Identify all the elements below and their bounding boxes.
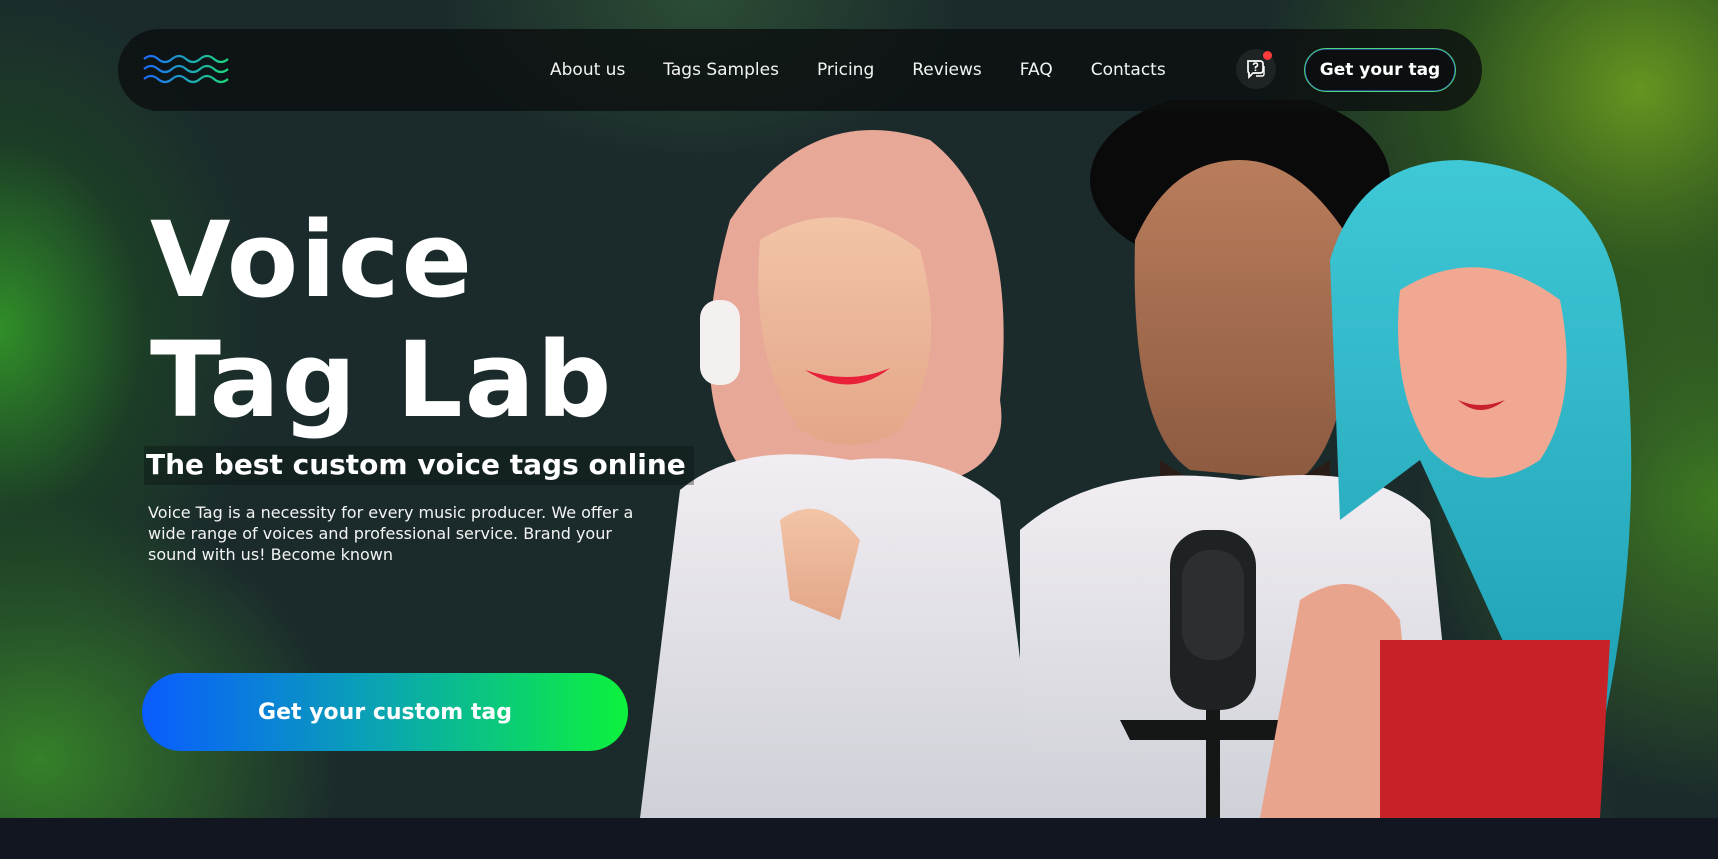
nav-pricing[interactable]: Pricing xyxy=(817,60,874,80)
get-your-tag-button[interactable]: Get your tag xyxy=(1304,48,1456,92)
hero-subtitle: The best custom voice tags online xyxy=(144,446,694,485)
hero-description: Voice Tag is a necessity for every music… xyxy=(148,503,634,564)
nav-links: About us Tags Samples Pricing Reviews FA… xyxy=(550,29,1204,111)
hero-title-line1: Voice xyxy=(150,199,475,321)
nav-reviews[interactable]: Reviews xyxy=(912,60,982,80)
nav-contacts[interactable]: Contacts xyxy=(1091,60,1166,80)
nav-tags-samples[interactable]: Tags Samples xyxy=(663,60,779,80)
nav-faq[interactable]: FAQ xyxy=(1020,60,1053,80)
hero-title-line2: Tag Lab xyxy=(150,319,614,441)
nav-about-us[interactable]: About us xyxy=(550,60,625,80)
notification-dot xyxy=(1263,51,1272,60)
bottom-bar xyxy=(0,818,1718,859)
navbar: About us Tags Samples Pricing Reviews FA… xyxy=(118,29,1482,111)
get-custom-tag-button[interactable]: Get your custom tag xyxy=(142,673,628,751)
chat-question-icon xyxy=(1247,60,1265,80)
hero-section: About us Tags Samples Pricing Reviews FA… xyxy=(0,0,1718,818)
hero-people-image xyxy=(640,100,1632,818)
hero-title: Voice Tag Lab xyxy=(150,200,613,440)
support-chat-button[interactable] xyxy=(1236,49,1276,89)
wave-logo-icon[interactable] xyxy=(142,53,230,87)
